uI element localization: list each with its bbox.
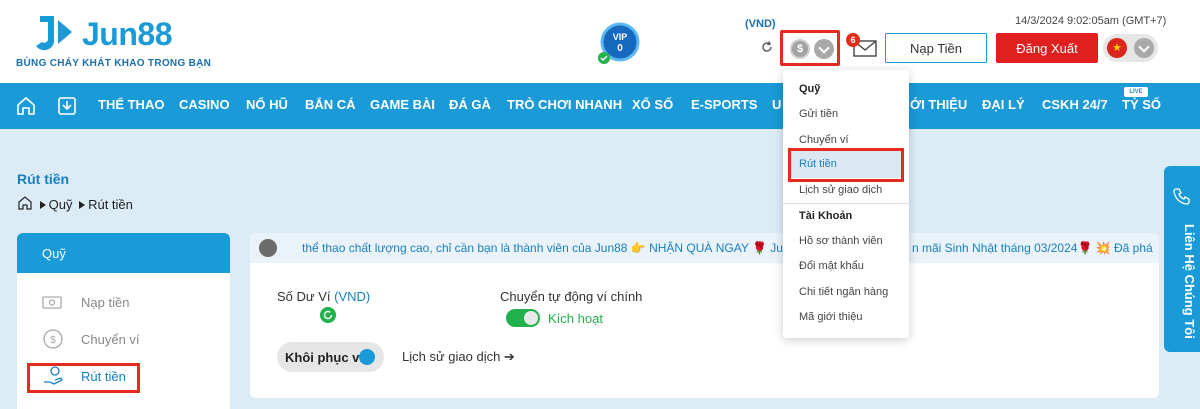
highlight-frame [27,363,140,393]
home-icon[interactable] [16,96,36,116]
nav-item-xo-so[interactable]: XỔ SỐ [632,97,673,112]
breadcrumb-item[interactable]: Quỹ [49,197,73,212]
nav-item-the-thao[interactable]: THỂ THAO [98,97,164,112]
wallet-dropdown-menu: Quỹ Gửi tiền Chuyển ví Rút tiền Lịch sử … [783,70,909,338]
nav-item-casino[interactable]: CASINO [179,97,230,112]
logo-mark-icon [36,16,72,51]
nav-item-ban-ca[interactable]: BẮN CÁ [305,97,356,112]
balance-currency: (VND) [334,289,371,304]
breadcrumb-separator-icon [79,200,86,209]
chevron-down-icon [814,39,834,59]
vip-badge-icon[interactable]: VIP 0 [596,20,644,68]
nav-item-e-sports[interactable]: E-SPORTS [691,97,757,112]
nav-item-da-ga[interactable]: ĐÁ GÀ [449,97,491,112]
contact-us-tab[interactable]: Liên Hệ Chúng Tôi [1164,166,1200,352]
header: Jun88 BÙNG CHÁY KHÁT KHAO TRONG BẠN VIP … [0,0,1200,83]
sidebar-item-label: Chuyển ví [81,332,140,347]
nav-item-ty-so[interactable]: TỶ SỐ [1122,97,1161,112]
dropdown-item-lich-su[interactable]: Lịch sử giao dịch [799,184,882,196]
wallet-dropdown-toggle[interactable]: $ [780,30,840,66]
sidebar-header: Quỹ [17,233,230,273]
phone-icon [1173,188,1190,205]
deposit-button[interactable]: Nạp Tiền [885,33,987,63]
nav-item-cskh[interactable]: CSKH 24/7 [1042,97,1108,112]
balance-label-text: Số Dư Ví [277,289,331,304]
refresh-balance-icon[interactable] [320,307,336,323]
dropdown-item-ma-gioi-thieu[interactable]: Mã giới thiệu [799,311,862,323]
contact-us-label: Liên Hệ Chúng Tôi [1182,223,1197,339]
refresh-icon[interactable] [760,40,774,54]
breadcrumb-separator-icon [39,200,46,209]
sidebar-item-nap-tien[interactable]: Nạp tiền [41,290,221,316]
toggle-status: Kích hoạt [548,311,603,326]
coin-icon: $ [790,39,810,59]
balance-label: Số Dư Ví (VND) [277,289,370,304]
nav-item-no-hu[interactable]: NỔ HŨ [246,97,288,112]
nav-item-tro-choi-nhanh[interactable]: TRÒ CHƠI NHANH [507,97,622,112]
dropdown-item-doi-mat-khau[interactable]: Đổi mật khẩu [799,260,864,272]
wallet-panel: thể thao chất lượng cao, chỉ cần bạn là … [250,233,1159,398]
vip-label: VIP [613,32,628,42]
restore-wallet-label: Khôi phục ví [285,349,363,365]
transaction-history-link[interactable]: Lịch sử giao dịch ➔ [402,349,515,365]
breadcrumb: Quỹ Rút tiền [17,195,133,213]
svg-text:$: $ [50,335,56,346]
auto-transfer-toggle[interactable] [506,309,540,327]
announcement-bar: thể thao chất lượng cao, chỉ cần bạn là … [250,233,1159,263]
chevron-down-icon [1134,38,1154,58]
download-icon[interactable] [57,96,77,116]
main-nav: THỂ THAO CASINO NỔ HŨ BẮN CÁ GAME BÀI ĐÁ… [0,83,1200,129]
home-icon[interactable] [17,195,33,211]
vip-level: 0 [617,43,623,54]
nav-item-gioi-thieu[interactable]: ỚI THIỆU [910,97,967,112]
cash-icon [42,296,62,309]
page-title: Rút tiền [17,171,70,187]
nav-item-game-bai[interactable]: GAME BÀI [370,97,435,112]
bell-icon [259,239,277,257]
live-badge: LIVE [1124,87,1148,97]
dropdown-item-ngan-hang[interactable]: Chi tiết ngân hàng [799,286,888,298]
brand-name: Jun88 [82,16,172,52]
dropdown-item-ho-so[interactable]: Hồ sơ thành viên [799,235,883,247]
language-selector[interactable]: ★ [1103,34,1158,62]
dropdown-section-quy: Quỹ [799,83,821,95]
dropdown-section-tai-khoan: Tài Khoản [799,210,853,222]
highlight-frame [788,148,904,182]
currency-label: (VND) [745,18,776,30]
breadcrumb-item: Rút tiền [88,197,133,213]
brand-logo[interactable]: Jun88 BÙNG CHÁY KHÁT KHAO TRONG BẠN [14,10,211,74]
sidebar-item-chuyen-vi[interactable]: $ Chuyển ví [41,327,221,353]
dropdown-item-gui-tien[interactable]: Gửi tiền [799,108,838,120]
restore-icon [359,349,375,365]
logout-button[interactable]: Đăng Xuất [996,33,1098,63]
vietnam-flag-icon: ★ [1107,38,1127,58]
datetime: 14/3/2024 9:02:05am (GMT+7) [1015,15,1167,27]
auto-transfer-label: Chuyển tự động ví chính [500,289,643,304]
nav-item-partial[interactable]: U [772,97,781,112]
dropdown-item-chuyen-vi[interactable]: Chuyển ví [799,134,849,146]
sidebar-item-label: Nạp tiền [81,295,130,310]
announcement-text: thể thao chất lượng cao, chỉ cần bạn là … [302,241,790,255]
nav-item-dai-ly[interactable]: ĐẠI LÝ [982,97,1025,112]
brand-slogan: BÙNG CHÁY KHÁT KHAO TRONG BẠN [16,58,212,69]
announcement-text-tail: n mãi Sinh Nhật tháng 03/2024🌹 💥 Đã phá [912,241,1153,255]
dropdown-divider [783,203,909,204]
transfer-icon: $ [43,329,63,349]
mail-count-badge: 6 [846,33,860,47]
restore-wallet-button[interactable]: Khôi phục ví [277,342,384,372]
